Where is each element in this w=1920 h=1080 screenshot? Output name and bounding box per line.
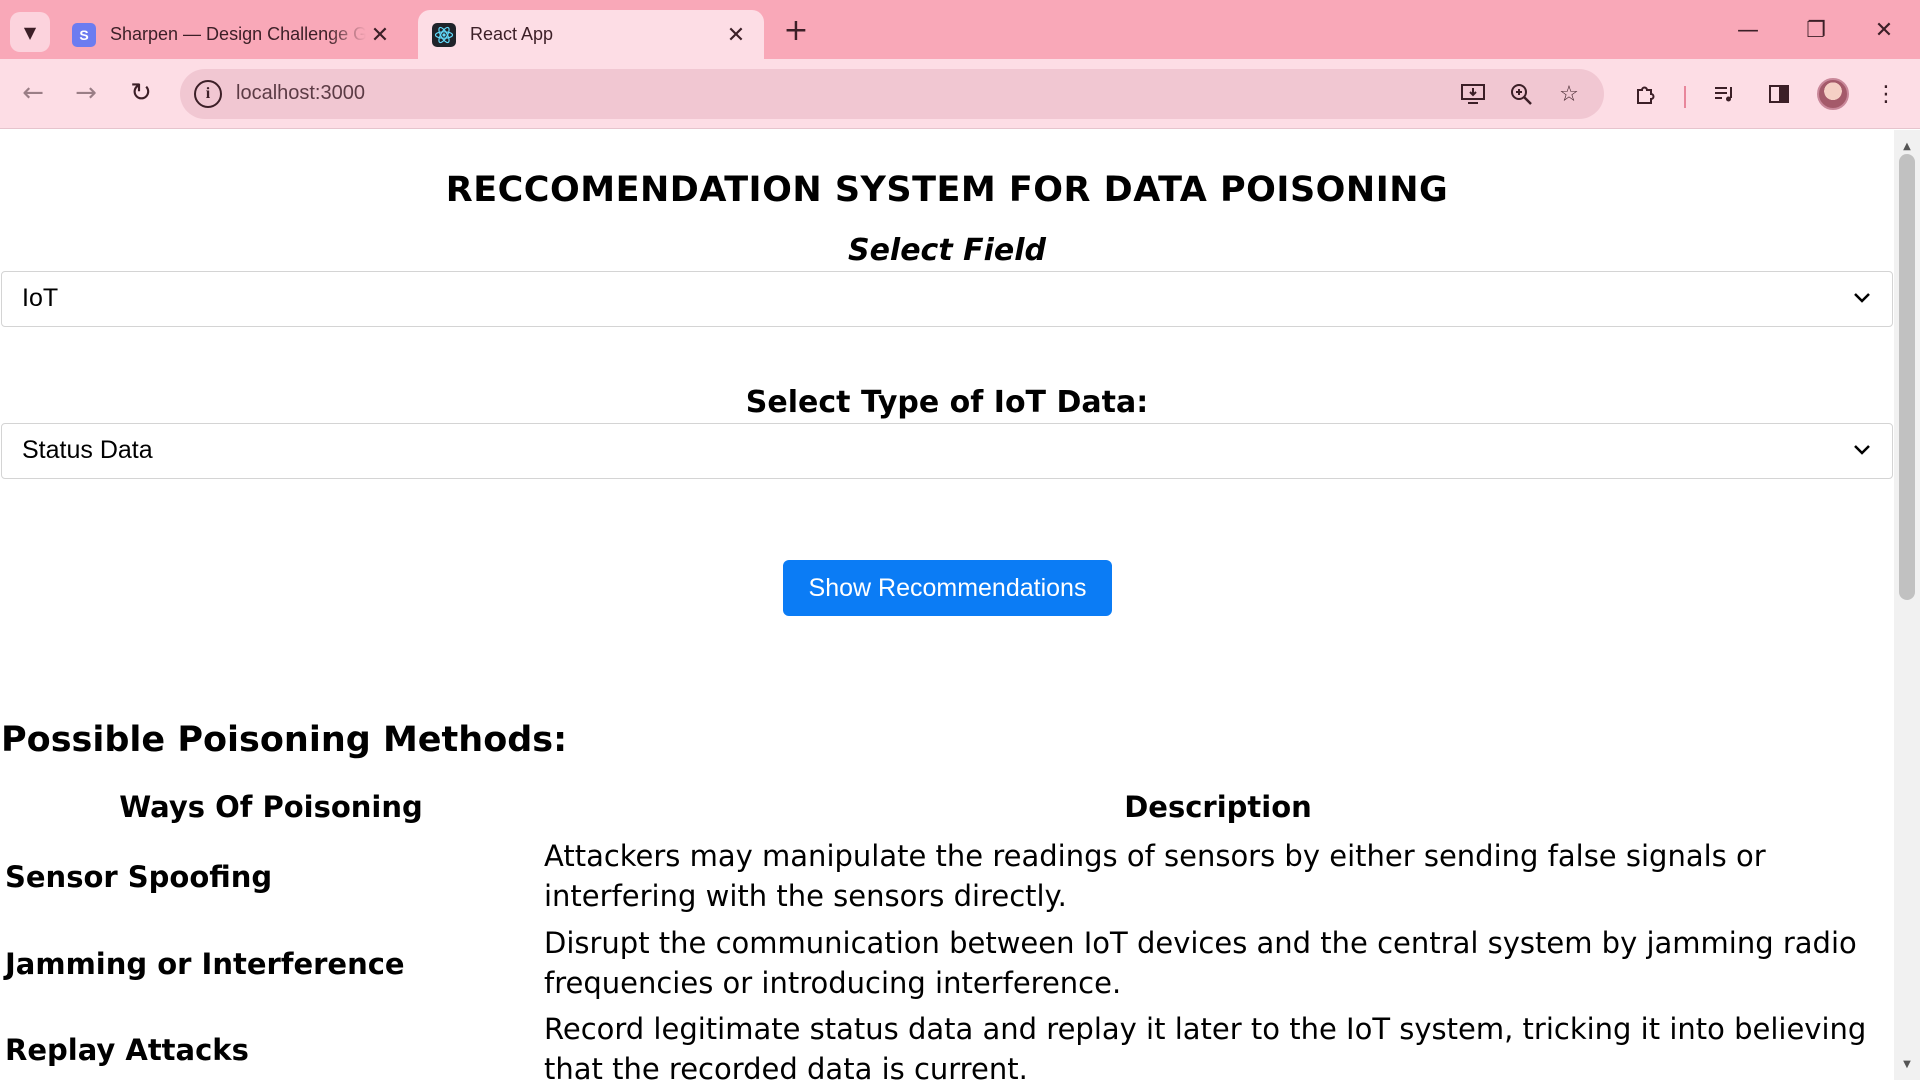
tab-sharpen[interactable]: S Sharpen — Design Challenge Generator ✕ <box>58 10 408 59</box>
data-type-select-value: Status Data <box>22 436 153 464</box>
media-control-icon[interactable] <box>1704 74 1744 114</box>
method-description: Disrupt the communication between IoT de… <box>544 926 1857 1000</box>
new-tab-icon[interactable]: + <box>778 12 814 48</box>
scrollbar-thumb[interactable] <box>1899 154 1915 600</box>
extensions-icon[interactable] <box>1626 74 1666 114</box>
field-select-value: IoT <box>22 284 59 312</box>
scroll-down-icon[interactable]: ▼ <box>1894 1054 1920 1074</box>
close-tab-icon[interactable]: ✕ <box>722 21 750 49</box>
toolbar-separator <box>1684 86 1686 108</box>
type-select-label: Select Type of IoT Data: <box>745 385 1149 420</box>
url-text[interactable]: localhost:3000 <box>236 82 365 105</box>
close-window-icon[interactable]: ✕ <box>1854 8 1914 52</box>
install-app-icon[interactable] <box>1456 77 1490 111</box>
select-field-label: Select Field <box>847 233 1047 268</box>
sharpen-favicon-icon: S <box>72 22 96 47</box>
more-menu-icon[interactable]: ⋮ <box>1866 74 1906 114</box>
page-content: RECCOMENDATION SYSTEM FOR DATA POISONING… <box>0 130 1894 1080</box>
page-title: RECCOMENDATION SYSTEM FOR DATA POISONING <box>445 170 1449 210</box>
restore-icon[interactable]: ❐ <box>1786 8 1846 52</box>
scroll-up-icon[interactable]: ▲ <box>1894 136 1920 156</box>
table-header-ways: Ways Of Poisoning <box>119 790 423 824</box>
browser-toolbar: ← → ↻ i localhost:3000 ☆ ⋮ <box>0 59 1920 129</box>
chevron-down-icon <box>1854 445 1870 455</box>
tab-title: React App <box>470 24 554 44</box>
tab-strip: ▼ S Sharpen — Design Challenge Generator… <box>0 0 1920 59</box>
close-tab-icon[interactable]: ✕ <box>366 21 394 49</box>
method-name: Replay Attacks <box>5 1033 249 1067</box>
page-scrollbar[interactable]: ▲ ▼ <box>1894 130 1920 1080</box>
react-favicon-icon <box>432 22 456 47</box>
bookmark-star-icon[interactable]: ☆ <box>1552 77 1586 111</box>
address-bar[interactable]: i localhost:3000 ☆ <box>180 69 1604 119</box>
table-header-description: Description <box>1124 790 1312 824</box>
zoom-icon[interactable] <box>1504 77 1538 111</box>
method-description: Record legitimate status data and replay… <box>544 1012 1867 1080</box>
chevron-down-icon <box>1854 293 1870 303</box>
method-description: Attackers may manipulate the readings of… <box>544 839 1766 913</box>
show-recommendations-button[interactable]: Show Recommendations <box>783 560 1112 616</box>
side-panel-icon[interactable] <box>1759 74 1799 114</box>
data-type-select[interactable]: Status Data <box>1 423 1893 479</box>
forward-arrow-icon[interactable]: → <box>66 73 106 113</box>
profile-avatar[interactable] <box>1817 78 1849 110</box>
field-select[interactable]: IoT <box>1 271 1893 327</box>
tab-title: Sharpen — Design Challenge Generator <box>110 24 366 44</box>
method-name: Sensor Spoofing <box>5 860 273 894</box>
site-info-icon[interactable]: i <box>194 80 222 108</box>
method-name: Jamming or Interference <box>5 947 405 981</box>
chevron-down-icon: ▼ <box>23 22 37 42</box>
tab-search-button[interactable]: ▼ <box>10 12 50 52</box>
tab-react-app[interactable]: React App ✕ <box>418 10 764 59</box>
minimize-icon[interactable]: — <box>1718 8 1778 52</box>
methods-heading: Possible Poisoning Methods: <box>1 720 568 760</box>
back-arrow-icon[interactable]: ← <box>13 73 53 113</box>
reload-icon[interactable]: ↻ <box>121 73 161 113</box>
